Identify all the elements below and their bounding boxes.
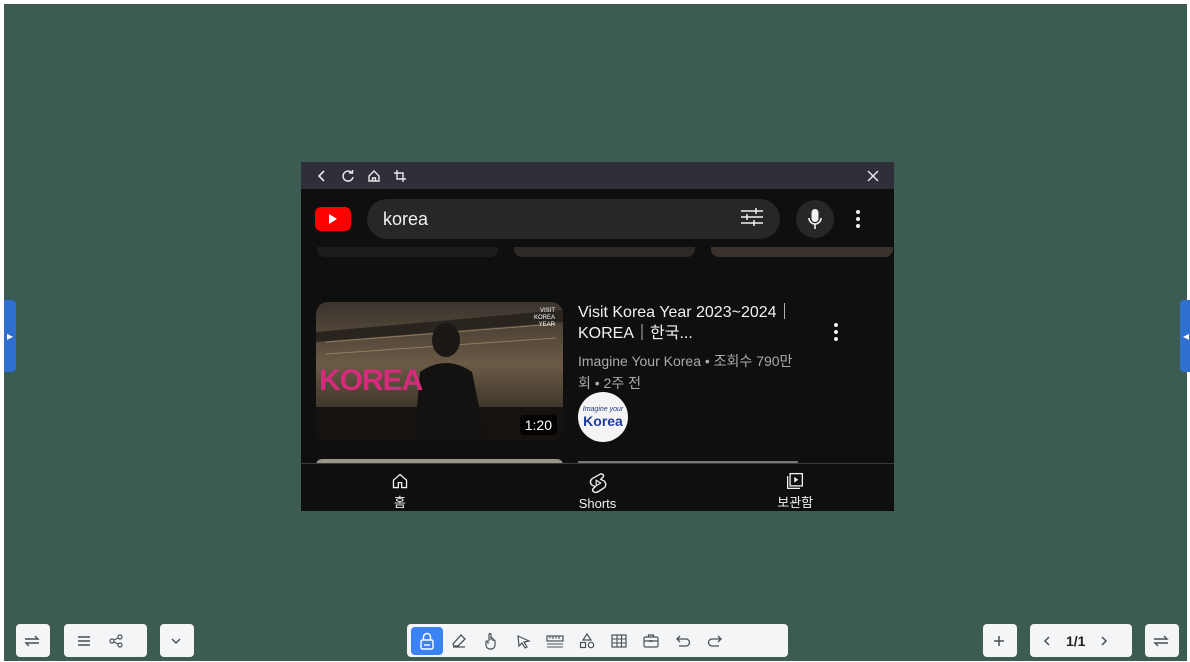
video-metadata: Imagine Your Korea • 조회수 790만 회 • 2주 전 (578, 350, 818, 394)
more-vert-icon (834, 323, 838, 341)
nav-library-label: 보관함 (777, 495, 814, 510)
eraser-tool-button[interactable] (443, 627, 475, 655)
menu-share-group (64, 624, 147, 657)
drawing-tools-toolbar (407, 624, 788, 657)
ruler-tool-button[interactable] (539, 627, 571, 655)
redo-button[interactable] (699, 627, 731, 655)
shorts-icon (589, 473, 606, 494)
nav-shorts[interactable]: Shorts (499, 464, 697, 511)
switch-side-button-right[interactable] (1145, 624, 1179, 657)
next-page-button[interactable] (1091, 627, 1117, 655)
video-duration: 1:20 (519, 415, 557, 435)
share-button[interactable] (100, 627, 132, 655)
left-panel-toggle[interactable]: ▸ (4, 300, 16, 372)
previous-thumbnails-row (317, 247, 893, 257)
chevron-left-icon: ◂ (1182, 329, 1190, 343)
table-icon (611, 633, 627, 648)
previous-thumbnail[interactable] (514, 247, 695, 257)
hand-tool-button[interactable] (475, 627, 507, 655)
more-options-button[interactable] (848, 200, 868, 238)
switch-side-button-left[interactable] (16, 624, 50, 657)
previous-page-button[interactable] (1034, 627, 1060, 655)
laser-pointer-button[interactable] (507, 627, 539, 655)
close-icon[interactable] (860, 162, 886, 189)
previous-thumbnail[interactable] (711, 247, 893, 257)
chevron-down-icon (160, 627, 192, 655)
voice-search-button[interactable] (796, 200, 834, 238)
browser-toolbar (301, 162, 894, 189)
chevron-right-icon (1101, 635, 1108, 646)
plus-icon (983, 627, 1015, 655)
video-title[interactable]: Visit Korea Year 2023~2024｜KOREA｜한국... (578, 302, 818, 344)
more-vert-icon (856, 210, 860, 228)
filter-icon[interactable] (740, 207, 764, 232)
toolbox-button[interactable] (635, 627, 667, 655)
channel-avatar[interactable]: Imagine your Korea (578, 392, 628, 442)
chevron-left-icon (1043, 635, 1050, 646)
undo-button[interactable] (667, 627, 699, 655)
eraser-icon (452, 633, 466, 648)
collapse-button[interactable] (160, 624, 194, 657)
library-icon (787, 472, 804, 490)
ruler-icon (546, 634, 564, 648)
video-more-options-button[interactable] (826, 320, 846, 344)
shapes-icon (579, 632, 595, 648)
search-input[interactable]: korea (367, 199, 780, 239)
video-meta-line: 회 • 2주 전 (578, 375, 641, 391)
table-tool-button[interactable] (603, 627, 635, 655)
search-query-text: korea (383, 208, 429, 229)
crop-icon[interactable] (387, 162, 413, 189)
thumbnail-title-text: KOREA (319, 364, 423, 397)
refresh-icon[interactable] (335, 162, 361, 189)
nav-shorts-label: Shorts (578, 496, 617, 511)
shapes-tool-button[interactable] (571, 627, 603, 655)
youtube-bottom-nav: 홈 Shorts 보관함 (301, 463, 894, 511)
swap-icon (16, 627, 48, 655)
nav-library[interactable]: 보관함 (696, 464, 894, 511)
video-thumbnail[interactable]: KOREA VISIT KOREA YEAR 1:20 (316, 302, 563, 441)
lock-select-icon (420, 632, 434, 650)
back-icon[interactable] (309, 162, 335, 189)
video-meta-line: Imagine Your Korea • 조회수 790만 (578, 353, 793, 369)
page-navigator: 1/1 (1030, 624, 1132, 657)
right-panel-toggle[interactable]: ◂ (1180, 300, 1190, 372)
pointer-icon (517, 634, 531, 649)
select-tool-button[interactable] (411, 626, 443, 655)
home-icon[interactable] (361, 162, 387, 189)
add-page-button[interactable] (983, 624, 1017, 657)
page-indicator: 1/1 (1066, 632, 1086, 649)
menu-button[interactable] (68, 627, 100, 655)
thumbnail-badge: VISIT KOREA YEAR (533, 308, 555, 328)
toolbox-icon (643, 634, 659, 648)
previous-thumbnail[interactable] (317, 247, 498, 257)
embedded-browser-window: korea KOREA VISIT KOREA YEAR 1:20 Visit … (301, 162, 894, 511)
hand-pointer-icon (485, 632, 496, 650)
youtube-logo-icon[interactable] (315, 207, 351, 231)
undo-icon (676, 635, 691, 647)
video-list-item[interactable]: KOREA VISIT KOREA YEAR 1:20 Visit Korea … (316, 302, 876, 442)
youtube-header: korea (301, 189, 894, 249)
channel-avatar-logo-text: Korea (583, 412, 623, 429)
share-icon (109, 633, 123, 648)
swap-icon (1145, 627, 1177, 655)
home-icon (392, 473, 408, 489)
redo-icon (707, 635, 722, 647)
menu-icon (78, 635, 90, 646)
nav-home-label: 홈 (393, 495, 406, 510)
chevron-right-icon: ▸ (6, 329, 14, 343)
microphone-icon (808, 209, 822, 229)
nav-home[interactable]: 홈 (301, 464, 499, 511)
